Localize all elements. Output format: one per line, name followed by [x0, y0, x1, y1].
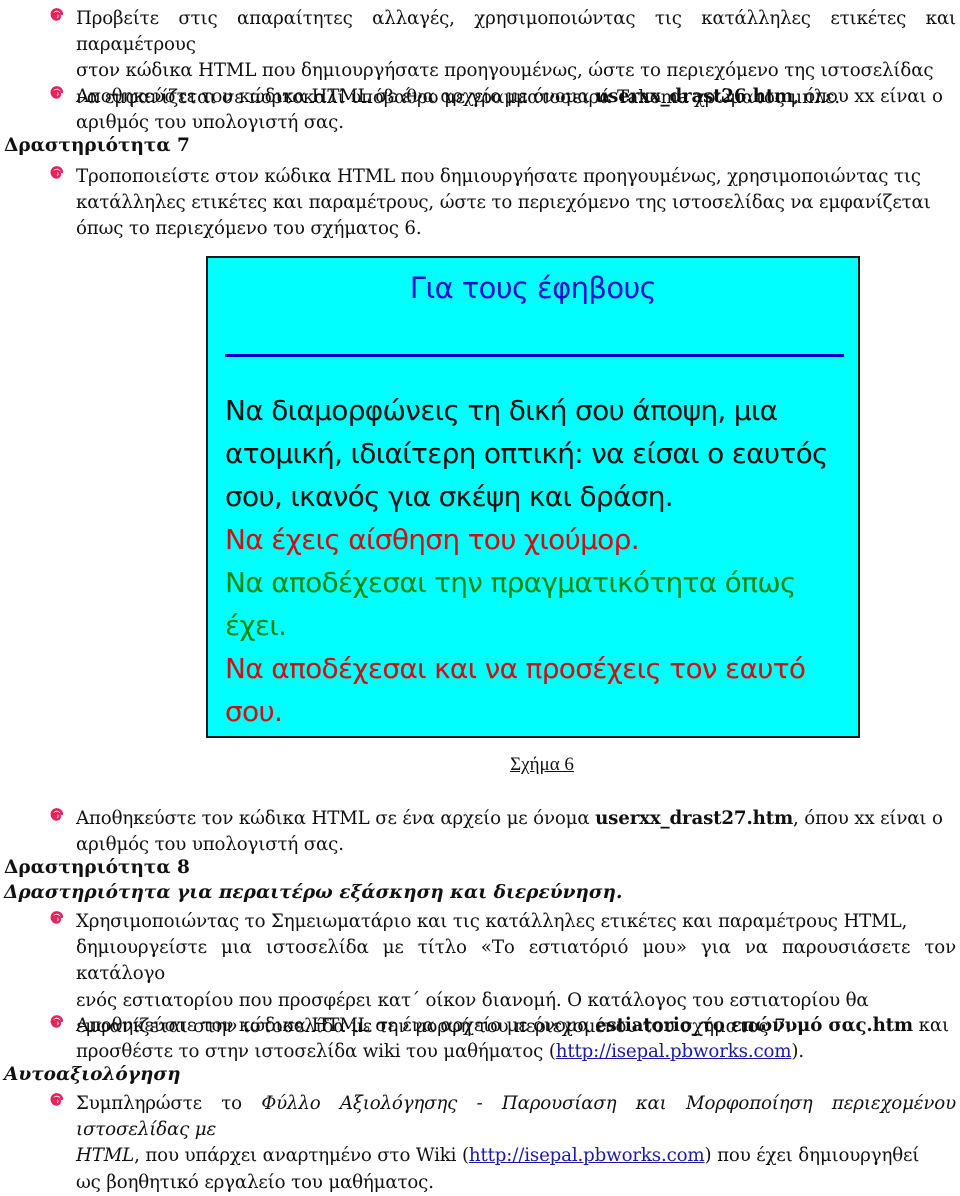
- self-assessment-heading: Αυτοαξιολόγηση: [4, 1064, 181, 1085]
- text-segment: Αποθηκεύστε τον κώδικα HTML σε ένα αρχεί…: [76, 808, 596, 829]
- text-segment: Συμπληρώστε το: [76, 1093, 262, 1114]
- spiral-bullet-icon: [45, 164, 65, 184]
- text-line: δημιουργείστε μια ιστοσελίδα με τίτλο «Τ…: [76, 937, 956, 985]
- figure-line: σου, ικανός για σκέψη και δράση.: [225, 480, 674, 513]
- wiki-link[interactable]: http://isepal.pbworks.com: [469, 1145, 705, 1166]
- spiral-bullet-icon: [45, 909, 65, 929]
- figure-line: σου.: [225, 695, 283, 728]
- spiral-bullet-icon: [45, 806, 65, 826]
- figure-caption: Σχήμα 6: [510, 754, 574, 775]
- spiral-bullet-icon: [45, 84, 65, 104]
- text-line: στον κώδικα HTML που δημιουργήσατε προηγ…: [76, 60, 934, 82]
- figure-line: Να διαμορφώνεις τη δική σου άποψη, μια: [225, 394, 778, 427]
- activity-8-heading: Δραστηριότητα 8: [4, 857, 190, 878]
- text-line: Τροποποιείστε στον κώδικα HTML που δημιο…: [76, 166, 921, 187]
- figure-line: Να έχεις αίσθηση του χιούμορ.: [225, 523, 640, 556]
- filename: estiatorio_το επώνυμό σας.htm: [595, 1015, 913, 1036]
- text-line: αριθμός του υπολογιστή σας.: [76, 112, 344, 134]
- activity-7-save-instruction: Αποθηκεύστε τον κώδικα HTML σε ένα αρχεί…: [76, 806, 956, 858]
- spiral-bullet-icon: [45, 6, 65, 26]
- text-segment: Αποθηκεύστε τον κώδικα HTML σε ένα αρχεί…: [76, 1015, 596, 1036]
- filename: userxx_drast26.htm: [595, 86, 794, 107]
- figure-title: Για τους έφηβους: [409, 271, 657, 305]
- figure-body: Να διαμορφώνεις τη δική σου άποψη, μια α…: [225, 389, 838, 733]
- horizontal-rule: [225, 354, 844, 357]
- text-line: κατάλληλες ετικέτες και παραμέτρους, ώστ…: [76, 192, 931, 214]
- text-line: Χρησιμοποιώντας το Σημειωματάριο και τις…: [76, 911, 908, 932]
- self-assessment-instruction: Συμπληρώστε το Φύλλο Αξιολόγησης - Παρου…: [76, 1091, 956, 1196]
- text-segment: , όπου xx είναι ο: [793, 808, 943, 829]
- wiki-link[interactable]: http://isepal.pbworks.com: [556, 1041, 792, 1062]
- save-instruction-paragraph: Αποθηκεύστε τον κώδικα HTML σε ένα αρχεί…: [76, 84, 956, 136]
- text-line: ως βοηθητικό εργαλείο του μαθήματος.: [76, 1171, 434, 1193]
- spiral-bullet-icon: [45, 1091, 65, 1111]
- activity-8-save-instruction: Αποθηκεύστε τον κώδικα HTML σε ένα αρχεί…: [76, 1013, 956, 1065]
- assessment-sheet-title-end: HTML: [76, 1145, 135, 1167]
- text-segment: προσθέστε το στην ιστοσελίδα wiki του μα…: [76, 1041, 556, 1063]
- text-line: ενός εστιατορίου που προσφέρει κατ΄ οίκο…: [76, 989, 869, 1011]
- text-line: όπως το περιεχόμενο του σχήματος 6.: [76, 218, 422, 240]
- text-segment: ).: [791, 1041, 804, 1063]
- figure-line: έχει.: [225, 609, 287, 642]
- figure-6-box: Για τους έφηβους Να διαμορφώνεις τη δική…: [206, 256, 860, 738]
- text-segment: και: [913, 1015, 949, 1036]
- text-line: αριθμός του υπολογιστή σας.: [76, 834, 344, 856]
- text-segment: Αποθηκεύστε τον κώδικα HTML σε ένα αρχεί…: [76, 86, 596, 107]
- text-line: Προβείτε στις απαραίτητες αλλαγές, χρησι…: [76, 8, 956, 56]
- activity-7-instruction: Τροποποιείστε στον κώδικα HTML που δημιο…: [76, 164, 956, 243]
- activity-8-subheading: Δραστηριότητα για περαιτέρω εξάσκηση και…: [4, 882, 623, 903]
- text-segment: ) που έχει δημιουργηθεί: [704, 1145, 920, 1167]
- figure-line: ατομική, ιδιαίτερη οπτική: να είσαι ο εα…: [225, 437, 828, 470]
- figure-line: Να αποδέχεσαι την πραγματικότητα όπως: [225, 566, 796, 599]
- filename: userxx_drast27.htm: [595, 808, 794, 829]
- activity-7-heading: Δραστηριότητα 7: [4, 135, 190, 156]
- figure-line: Να αποδέχεσαι και να προσέχεις τον εαυτό: [225, 652, 806, 685]
- text-segment: , όπου xx είναι ο: [793, 86, 943, 107]
- spiral-bullet-icon: [45, 1013, 65, 1033]
- text-segment: , που υπάρχει αναρτημένο στο Wiki (: [134, 1145, 469, 1167]
